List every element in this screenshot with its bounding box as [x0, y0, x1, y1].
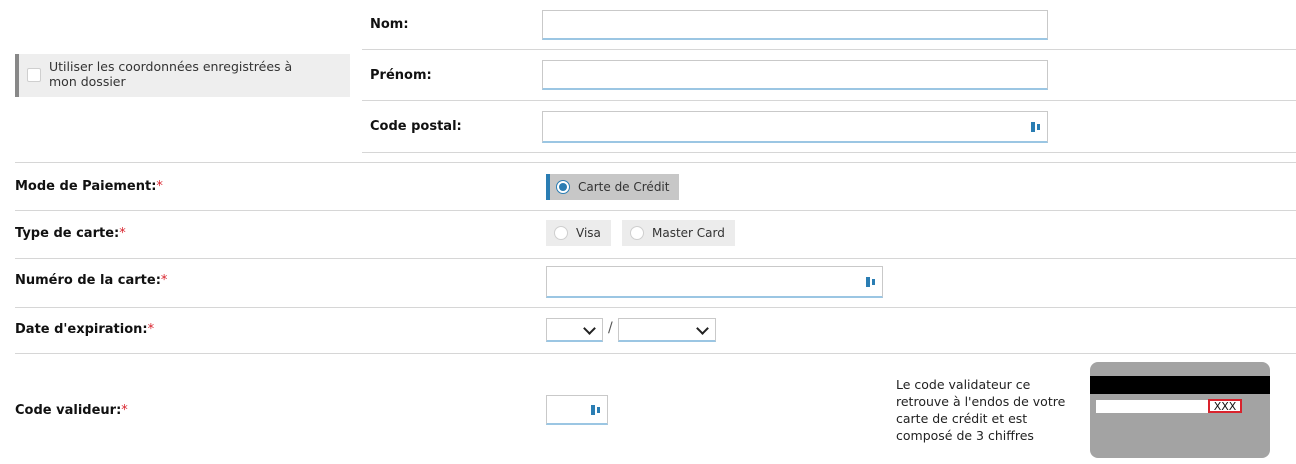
code-postal-label: Code postal:	[370, 119, 462, 134]
card-number-input[interactable]	[546, 266, 883, 298]
expiration-separator: /	[608, 320, 613, 336]
required-mark: *	[121, 403, 128, 418]
payment-mode-text: Mode de Paiement:	[15, 179, 157, 194]
chevron-down-icon	[696, 322, 709, 335]
expiration-month-select[interactable]	[546, 318, 603, 342]
card-number-text: Numéro de la carte:	[15, 273, 161, 288]
card-type-label: Type de carte:*	[15, 226, 126, 241]
magnetic-stripe	[1090, 376, 1270, 394]
card-type-mastercard-option[interactable]: Master Card	[622, 220, 735, 246]
card-back-illustration: XXX	[1090, 362, 1270, 458]
cvv-example-box: XXX	[1208, 399, 1242, 413]
expiration-text: Date d'expiration:	[15, 322, 148, 337]
cvv-text: Code valideur:	[15, 403, 122, 418]
required-mark: *	[119, 226, 126, 241]
card-type-visa-label: Visa	[576, 226, 601, 240]
saved-info-label: Utiliser les coordonnées enregistrées à …	[49, 59, 293, 89]
saved-info-checkbox[interactable]	[27, 68, 41, 82]
expiration-year-select[interactable]	[618, 318, 716, 342]
payment-mode-option-label: Carte de Crédit	[578, 180, 670, 194]
required-mark: *	[147, 322, 155, 337]
chevron-down-icon	[583, 322, 596, 335]
radio-icon[interactable]	[630, 225, 644, 240]
cvv-label: Code valideur:*	[15, 403, 128, 418]
payment-mode-credit-card-option[interactable]: Carte de Crédit	[546, 174, 680, 200]
expiration-label: Date d'expiration:*	[15, 322, 154, 337]
required-mark: *	[156, 179, 163, 194]
keyboard-icon[interactable]	[866, 276, 876, 287]
keyboard-icon[interactable]	[1031, 121, 1041, 132]
saved-info-panel[interactable]: Utiliser les coordonnées enregistrées à …	[15, 54, 350, 97]
cvv-help-text: Le code validateur ce retrouve à l'endos…	[896, 377, 1066, 443]
prenom-input[interactable]	[542, 60, 1048, 90]
payment-mode-label: Mode de Paiement:*	[15, 179, 163, 194]
radio-selected-icon[interactable]	[556, 179, 570, 194]
card-type-visa-option[interactable]: Visa	[546, 220, 611, 246]
radio-icon[interactable]	[554, 225, 568, 240]
cvv-example-text: XXX	[1213, 400, 1237, 413]
prenom-label: Prénom:	[370, 68, 432, 83]
card-type-mastercard-label: Master Card	[652, 226, 725, 240]
nom-input[interactable]	[542, 10, 1048, 40]
card-number-label: Numéro de la carte:*	[15, 273, 167, 288]
cvv-input[interactable]	[546, 395, 608, 425]
nom-label: Nom:	[370, 17, 409, 32]
required-mark: *	[160, 273, 168, 288]
code-postal-input[interactable]	[542, 111, 1048, 143]
card-type-text: Type de carte:	[15, 226, 120, 241]
keyboard-icon[interactable]	[591, 404, 601, 415]
